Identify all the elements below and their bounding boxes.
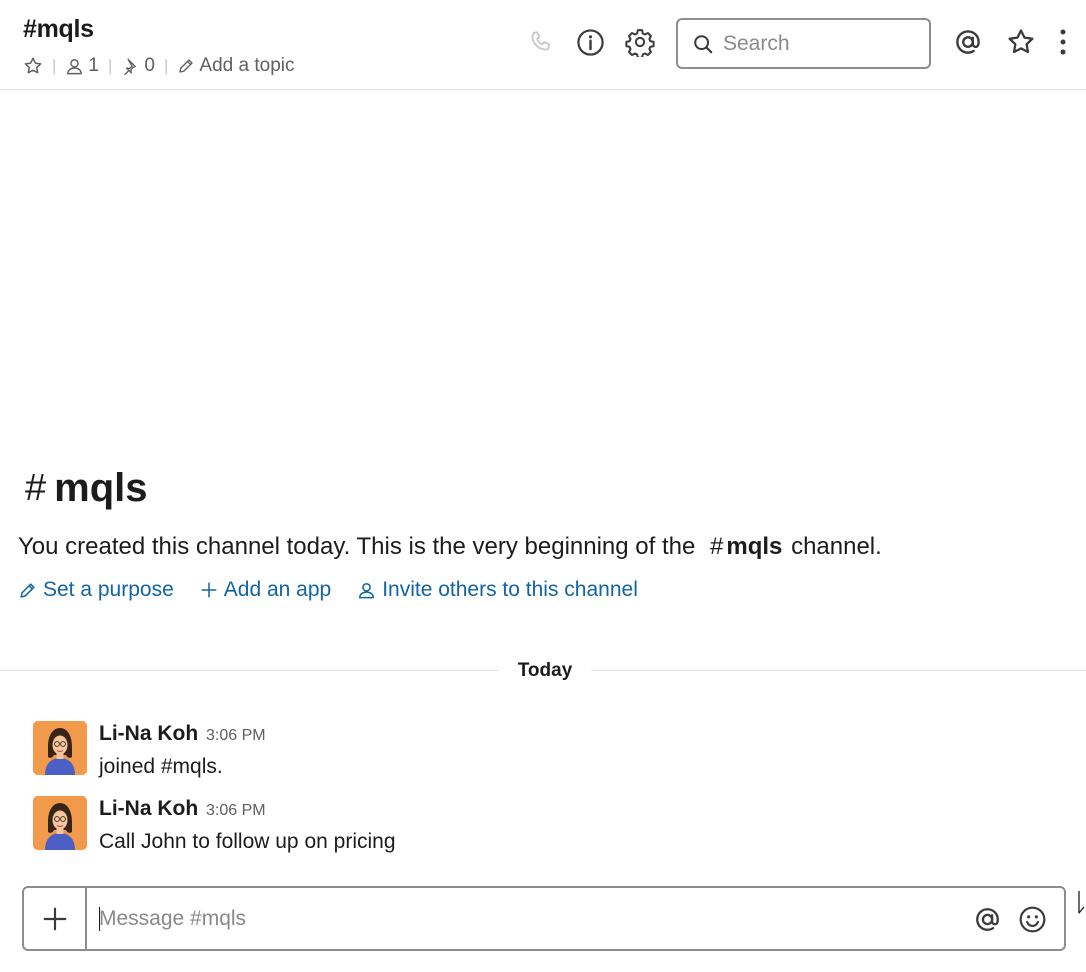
pinned-count: 0 bbox=[144, 55, 155, 76]
invite-others-label: Invite others to this channel bbox=[382, 578, 638, 601]
intro-description: You created this channel today. This is … bbox=[18, 533, 882, 561]
intro-channel-ref: mqls bbox=[726, 533, 783, 560]
member-count: 1 bbox=[88, 55, 99, 76]
text-caret bbox=[99, 907, 100, 931]
intro-channel-name: mqls bbox=[54, 466, 148, 510]
set-purpose-label: Set a purpose bbox=[43, 578, 174, 601]
avatar-image bbox=[33, 796, 87, 850]
starred-items-button[interactable] bbox=[1005, 26, 1037, 58]
add-app-label: Add an app bbox=[223, 578, 332, 601]
phone-icon bbox=[531, 31, 551, 51]
avatar[interactable] bbox=[33, 721, 87, 775]
set-purpose-link[interactable]: Set a purpose bbox=[18, 578, 174, 602]
person-icon bbox=[359, 582, 375, 598]
message-text: Call John to follow up on pricing bbox=[99, 830, 396, 853]
plus-icon bbox=[201, 582, 217, 598]
star-icon bbox=[1008, 29, 1034, 54]
channel-details-button[interactable] bbox=[574, 26, 606, 58]
gear-icon bbox=[625, 29, 655, 57]
add-app-link[interactable]: Add an app bbox=[200, 578, 331, 602]
intro-hash: # bbox=[25, 467, 47, 509]
day-divider-label[interactable]: Today bbox=[499, 657, 591, 685]
smiley-icon bbox=[1019, 906, 1045, 932]
intro-text-after: channel. bbox=[791, 533, 882, 560]
vertical-ellipsis-icon bbox=[1060, 29, 1066, 55]
message-timestamp[interactable]: 3:06 PM bbox=[206, 727, 266, 745]
pin-icon bbox=[124, 58, 137, 75]
at-sign-icon bbox=[956, 30, 980, 54]
meta-separator: | bbox=[108, 56, 113, 75]
intro-actions: Set a purpose Add an app Invite others t… bbox=[18, 578, 664, 602]
search-icon bbox=[694, 34, 713, 53]
message-item[interactable]: Li-Na Koh 3:06 PM joined #mqls. bbox=[33, 721, 1033, 781]
mentions-button[interactable] bbox=[952, 26, 984, 58]
meta-separator: | bbox=[52, 56, 57, 75]
channel-header: #mqls | 1 | 0 | Add a topic bbox=[0, 0, 1086, 90]
add-topic-label: Add a topic bbox=[199, 55, 295, 76]
pencil-icon bbox=[179, 59, 194, 73]
channel-meta-row: | 1 | 0 | Add a topic bbox=[23, 54, 295, 78]
search-input[interactable] bbox=[723, 31, 913, 56]
add-topic-button[interactable]: Add a topic bbox=[177, 55, 295, 77]
mouse-pointer-icon bbox=[1078, 891, 1085, 914]
message-timestamp[interactable]: 3:06 PM bbox=[206, 802, 266, 820]
attach-button[interactable] bbox=[24, 888, 87, 949]
message-text: joined #mqls. bbox=[99, 755, 223, 778]
message-input[interactable] bbox=[99, 900, 959, 938]
star-icon bbox=[24, 57, 42, 74]
member-count-button[interactable]: 1 bbox=[65, 55, 99, 77]
search-box[interactable] bbox=[676, 18, 931, 69]
person-icon bbox=[67, 58, 83, 74]
avatar-image bbox=[33, 721, 87, 775]
channel-title[interactable]: #mqls bbox=[23, 15, 94, 44]
intro-text-before: You created this channel today. This is … bbox=[18, 533, 696, 560]
mention-button[interactable] bbox=[971, 903, 1003, 935]
invite-others-link[interactable]: Invite others to this channel bbox=[357, 578, 638, 602]
pinned-count-button[interactable]: 0 bbox=[121, 55, 155, 77]
message-author[interactable]: Li-Na Koh bbox=[99, 797, 198, 821]
message-composer bbox=[22, 886, 1066, 951]
plus-icon bbox=[43, 907, 66, 930]
intro-channel-hash: # bbox=[710, 533, 724, 560]
channel-settings-button[interactable] bbox=[624, 26, 656, 58]
intro-channel-title: # mqls bbox=[25, 466, 148, 511]
info-icon bbox=[576, 28, 604, 56]
intro-channel-link[interactable]: # mqls bbox=[710, 533, 782, 560]
meta-separator: | bbox=[164, 56, 169, 75]
pencil-icon bbox=[20, 582, 35, 598]
call-button[interactable] bbox=[525, 26, 557, 58]
message-author[interactable]: Li-Na Koh bbox=[99, 722, 198, 746]
emoji-button[interactable] bbox=[1016, 903, 1048, 935]
message-item[interactable]: Li-Na Koh 3:06 PM Call John to follow up… bbox=[33, 796, 1033, 856]
at-sign-icon bbox=[975, 907, 999, 931]
more-options-button[interactable] bbox=[1048, 26, 1078, 58]
star-channel-button[interactable] bbox=[23, 56, 43, 76]
avatar[interactable] bbox=[33, 796, 87, 850]
